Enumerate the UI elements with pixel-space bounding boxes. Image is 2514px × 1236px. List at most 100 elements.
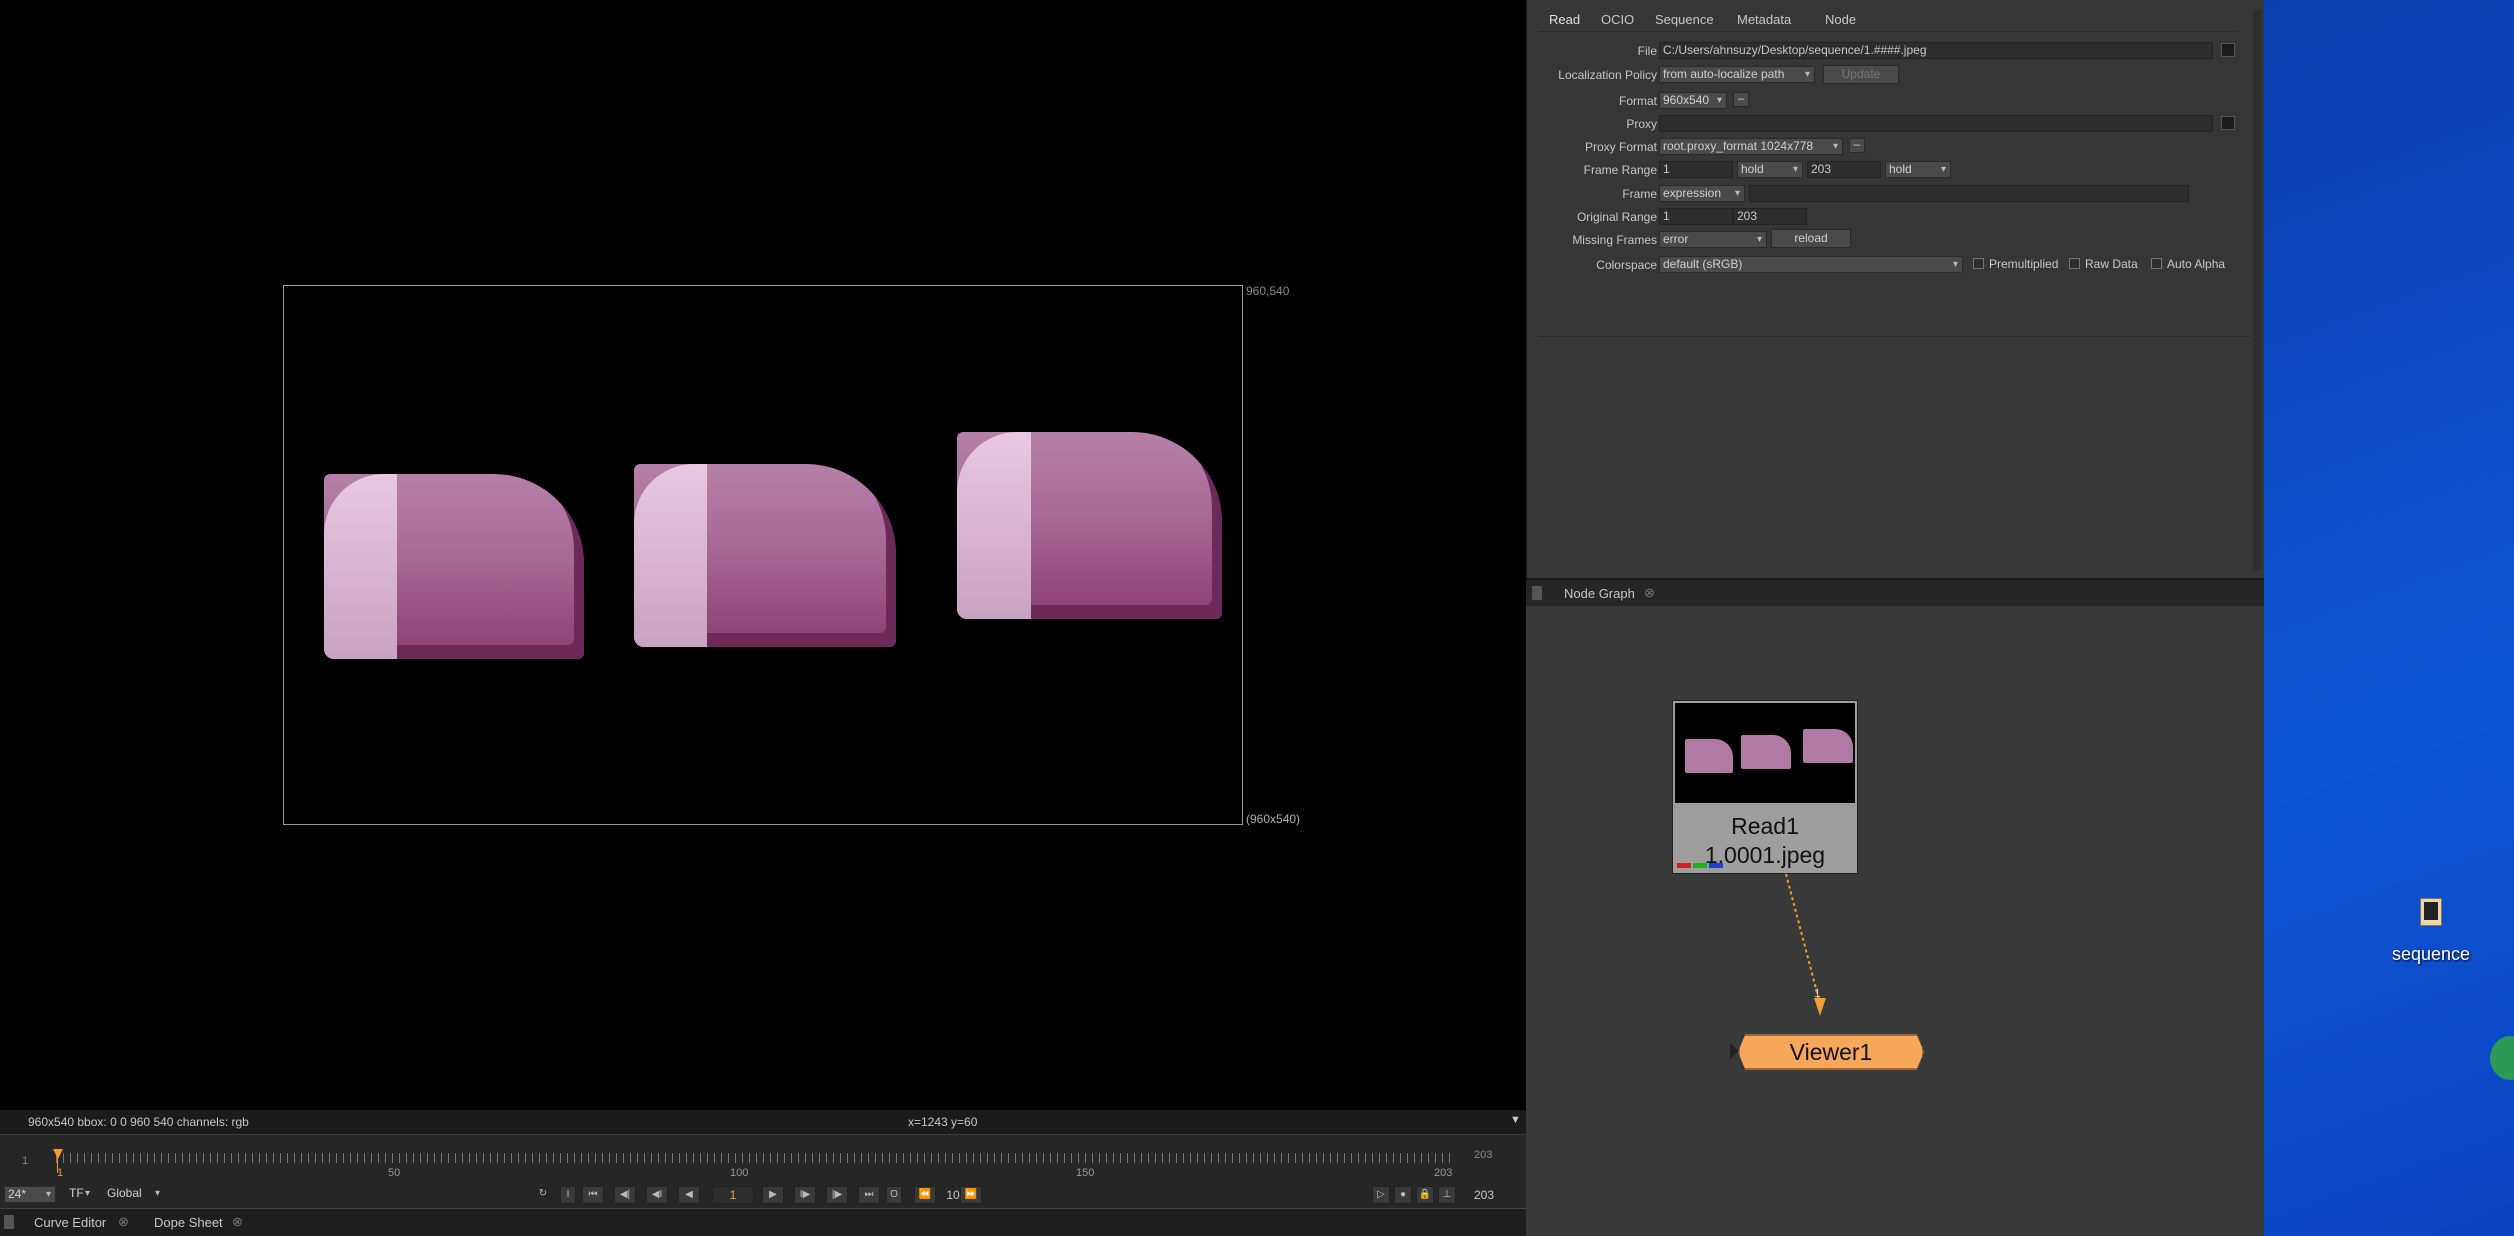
bottom-tab-bar: Curve Editor ⊗ Dope Sheet ⊗: [0, 1208, 1526, 1236]
timeline-start: 1: [22, 1155, 29, 1167]
proxy-format-dropdown[interactable]: root.proxy_format 1024x778: [1659, 138, 1843, 155]
out-point-button[interactable]: O: [886, 1186, 902, 1204]
node-connection: [1785, 873, 1826, 1016]
step-back-button[interactable]: ⏪: [914, 1186, 936, 1204]
format-corner-top: 960,540: [1246, 284, 1290, 298]
tab-curve-editor[interactable]: Curve Editor: [34, 1215, 106, 1230]
tick-label-203: 203: [1434, 1167, 1453, 1179]
localization-label: Localization Policy: [1558, 68, 1657, 82]
raw-data-checkbox[interactable]: [2069, 258, 2080, 269]
desktop-background: sequence: [2264, 0, 2514, 1236]
format-corner-bottom: (960x540): [1246, 812, 1301, 826]
properties-panel: Read OCIO Sequence Metadata Node File C:…: [1526, 0, 2264, 578]
auto-alpha-label: Auto Alpha: [2167, 257, 2226, 271]
timeline[interactable]: 1 1 50 100 150 203 203: [0, 1134, 1526, 1182]
frame-range-start[interactable]: 1: [1659, 161, 1733, 178]
frame-mode-dropdown[interactable]: expression: [1659, 185, 1745, 202]
viewer-info-bar: 960x540 bbox: 0 0 960 540 channels: rgb …: [0, 1110, 1526, 1134]
prev-keyframe-button[interactable]: ◀|: [614, 1186, 636, 1204]
range-icon[interactable]: ⊥: [1438, 1186, 1456, 1204]
tab-sequence[interactable]: Sequence: [1655, 12, 1714, 27]
original-range-end[interactable]: 203: [1733, 208, 1807, 225]
tick-label-100: 100: [730, 1167, 749, 1179]
render-object-2: [634, 464, 896, 647]
tab-node-graph[interactable]: Node Graph: [1564, 586, 1635, 601]
flipbook-icon[interactable]: ▷: [1372, 1186, 1390, 1204]
image-frame: [283, 285, 1243, 825]
current-frame-field[interactable]: 1: [712, 1186, 754, 1204]
close-icon[interactable]: ⊗: [232, 1214, 243, 1230]
tick-label-1: 1: [57, 1167, 64, 1179]
cursor-coordinates: x=1243 y=60: [908, 1115, 978, 1129]
original-range-label: Original Range: [1576, 210, 1657, 224]
frame-range-end[interactable]: 203: [1807, 161, 1881, 178]
properties-scrollbar[interactable]: [2253, 10, 2261, 570]
panel-handle-icon[interactable]: [1532, 586, 1542, 600]
node-graph-canvas[interactable]: Read1 1.0001.jpeg 1 Viewer1: [1526, 606, 2264, 1236]
proxy-label: Proxy: [1626, 117, 1657, 131]
timeline-ticks: [56, 1153, 1456, 1163]
fps-dropdown[interactable]: 24*: [4, 1186, 56, 1203]
reload-button[interactable]: reload: [1771, 229, 1851, 248]
lock-icon[interactable]: 🔒: [1416, 1186, 1434, 1204]
auto-alpha-checkbox[interactable]: [2151, 258, 2162, 269]
format-edit-button[interactable]: –: [1733, 92, 1749, 107]
format-dropdown[interactable]: 960x540: [1659, 92, 1727, 109]
node-graph-tab-bar: Node Graph ⊗: [1526, 578, 2264, 606]
tick-label-150: 150: [1076, 1167, 1095, 1179]
render-object-3: [957, 432, 1222, 619]
original-range-start[interactable]: 1: [1659, 208, 1733, 225]
premultiplied-label: Premultiplied: [1989, 257, 2059, 271]
tf-dropdown[interactable]: TF: [66, 1186, 94, 1203]
proxy-format-label: Proxy Format: [1584, 140, 1657, 154]
frame-range-after-dropdown[interactable]: hold: [1885, 161, 1951, 178]
frame-range-before-dropdown[interactable]: hold: [1737, 161, 1803, 178]
panel-divider: [1537, 336, 2249, 337]
step-forward-button[interactable]: ⏩: [960, 1186, 982, 1204]
file-label: File: [1637, 44, 1657, 58]
render-object-1: [324, 474, 584, 659]
update-button[interactable]: Update: [1823, 65, 1899, 84]
proxy-format-edit-button[interactable]: –: [1849, 138, 1865, 153]
panel-handle-icon[interactable]: [4, 1215, 14, 1229]
format-label: Format: [1618, 94, 1657, 108]
close-icon[interactable]: ⊗: [1644, 585, 1655, 601]
colorspace-label: Colorspace: [1596, 258, 1657, 272]
playback-controls: 24* TF Global ↻ I ⏮ ◀| ◀I ◀ 1 ▶ I▶ |▶ ⏭ …: [0, 1180, 1526, 1210]
folder-icon[interactable]: [2414, 894, 2448, 930]
tab-node[interactable]: Node: [1825, 12, 1856, 27]
viewer-menu-icon[interactable]: ▼: [1510, 1108, 1521, 1132]
last-frame-button[interactable]: ⏭: [858, 1186, 880, 1204]
desktop-icon-label[interactable]: sequence: [2364, 944, 2498, 965]
image-info: 960x540 bbox: 0 0 960 540 channels: rgb: [28, 1115, 249, 1129]
proxy-field[interactable]: [1659, 115, 2213, 132]
tab-metadata[interactable]: Metadata: [1737, 12, 1791, 27]
tab-read[interactable]: Read: [1549, 12, 1580, 27]
in-point-button[interactable]: I: [560, 1186, 576, 1204]
folder-icon[interactable]: [2221, 116, 2235, 130]
localization-dropdown[interactable]: from auto-localize path: [1659, 66, 1815, 83]
missing-frames-dropdown[interactable]: error: [1659, 231, 1767, 248]
premultiplied-checkbox[interactable]: [1973, 258, 1984, 269]
record-icon[interactable]: ●: [1394, 1186, 1412, 1204]
global-dropdown[interactable]: Global: [104, 1186, 164, 1203]
next-keyframe-button[interactable]: |▶: [826, 1186, 848, 1204]
next-frame-button[interactable]: I▶: [794, 1186, 816, 1204]
close-icon[interactable]: ⊗: [118, 1214, 129, 1230]
frame-expression-field[interactable]: [1749, 185, 2189, 202]
tick-label-50: 50: [388, 1167, 401, 1179]
frame-label: Frame: [1622, 187, 1657, 201]
loop-icon[interactable]: ↻: [532, 1186, 554, 1204]
play-backward-button[interactable]: ◀: [678, 1186, 700, 1204]
viewer-panel[interactable]: 960,540 (960x540): [0, 0, 1526, 1110]
folder-icon[interactable]: [2221, 43, 2235, 57]
file-field[interactable]: C:/Users/ahnsuzy/Desktop/sequence/1.####…: [1659, 42, 2213, 59]
tab-ocio[interactable]: OCIO: [1601, 12, 1634, 27]
play-forward-button[interactable]: ▶: [762, 1186, 784, 1204]
input-number: 1: [1814, 986, 1821, 1000]
first-frame-button[interactable]: ⏮: [582, 1186, 604, 1204]
colorspace-dropdown[interactable]: default (sRGB): [1659, 256, 1963, 273]
prev-frame-button[interactable]: ◀I: [646, 1186, 668, 1204]
tab-dope-sheet[interactable]: Dope Sheet: [154, 1215, 223, 1230]
viewer-node[interactable]: Viewer1: [1738, 1034, 1924, 1070]
